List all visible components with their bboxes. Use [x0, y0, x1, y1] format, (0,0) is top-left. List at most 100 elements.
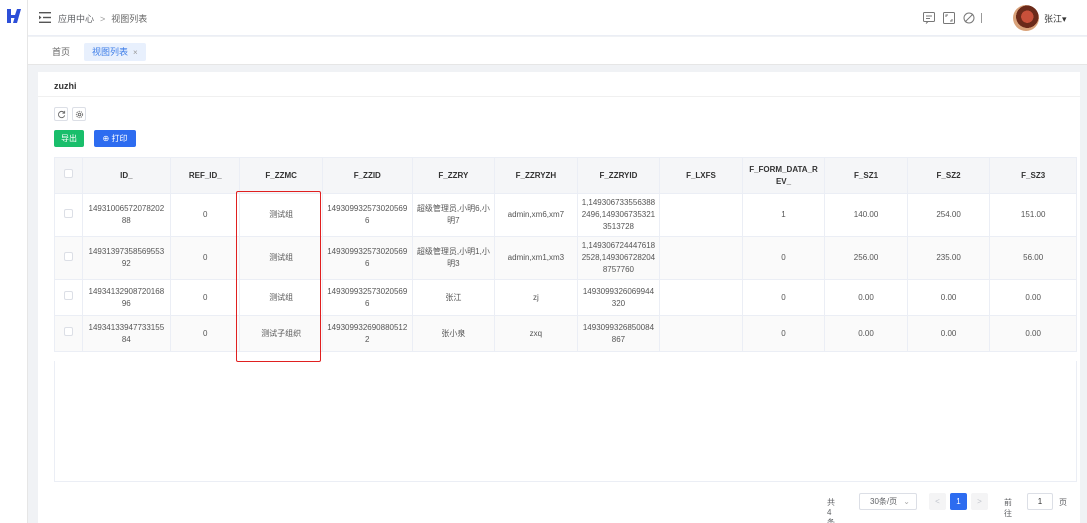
table-row[interactable]: 1493100657207820288 0 测试组 14930993257302… [54, 193, 1077, 237]
close-icon[interactable]: × [133, 48, 138, 57]
table-cell: 超级管理员,小明6,小明7 [411, 193, 496, 237]
table-cell [659, 193, 743, 237]
row-select-cell[interactable] [54, 279, 83, 316]
table-row[interactable]: 1493139735856955392 0 测试组 14930993257302… [54, 236, 1077, 280]
table-cell: 0 [741, 315, 826, 352]
table-cell: 张小泉 [411, 315, 496, 352]
table-cell: 张江 [411, 279, 496, 316]
table-cell: 1493099326069944320 [576, 279, 661, 316]
refresh-button[interactable] [54, 107, 68, 121]
user-avatar[interactable] [1013, 5, 1039, 31]
page-1-button[interactable]: 1 [950, 493, 967, 510]
prev-page-button[interactable]: < [929, 493, 946, 510]
table-cell: 1,1493067335563882496,149306735321351372… [576, 193, 661, 237]
column-header: F_LXFS [659, 157, 743, 194]
title-divider [38, 96, 1080, 97]
next-page-button[interactable]: > [971, 493, 988, 510]
header-divider [981, 13, 982, 23]
column-header: F_ZZRY [411, 157, 496, 194]
table-cell: 0.00 [989, 279, 1077, 316]
top-header: 应用中心 > 视图列表 张江▾ [28, 0, 1087, 36]
breadcrumb-root[interactable]: 应用中心 [58, 12, 94, 25]
page-title: zuzhi [54, 81, 77, 91]
message-icon[interactable] [922, 11, 936, 25]
table-cell: admin,xm1,xm3 [494, 236, 578, 280]
goto-label: 前往 [1004, 498, 1012, 518]
table-cell: 0 [741, 236, 826, 280]
goto-page-input[interactable]: 1 [1027, 493, 1053, 510]
table-cell: 1493099326850084867 [576, 315, 661, 352]
row-checkbox[interactable] [63, 208, 73, 218]
tabs-bar: 首页 视图列表 × [28, 37, 1087, 65]
table-cell [659, 315, 743, 352]
user-menu[interactable]: 张江▾ [1044, 12, 1067, 25]
tab-view-list[interactable]: 视图列表 × [84, 43, 146, 61]
select-all-cell[interactable] [54, 157, 83, 194]
table-row[interactable]: 1493413394773315584 0 测试子组织 149309932690… [54, 315, 1077, 352]
print-button[interactable]: ⊕ 打印 [94, 130, 136, 147]
chevron-down-icon: ⌄ [903, 497, 910, 506]
table-cell: 0.00 [906, 315, 991, 352]
column-header: F_ZZRYZH [494, 157, 578, 194]
user-name: 张江 [1044, 14, 1063, 24]
table-cell: 1493100657207820288 [81, 193, 172, 237]
column-header: F_ZZID [321, 157, 413, 194]
refresh-icon [57, 110, 65, 118]
settings-button[interactable] [72, 107, 86, 121]
table-cell: 测试组 [239, 193, 323, 237]
row-select-cell[interactable] [54, 193, 83, 237]
table-cell: zxq [494, 315, 578, 352]
table-cell: 256.00 [824, 236, 908, 280]
menu-fold-icon[interactable] [39, 12, 51, 23]
table-cell: 测试子组织 [239, 315, 323, 352]
select-all-checkbox[interactable] [63, 169, 73, 178]
table-cell: 0.00 [824, 279, 908, 316]
sidebar [0, 0, 28, 523]
fullscreen-icon[interactable] [942, 11, 956, 25]
table-row[interactable]: 1493413290872016896 0 测试组 14930993257302… [54, 279, 1077, 316]
table-cell [659, 279, 743, 316]
tab-home[interactable]: 首页 [44, 43, 78, 61]
table-cell: 0.00 [989, 315, 1077, 352]
table-cell: 1,1493067244476182528,149306728204875776… [576, 236, 661, 280]
table-cell: 254.00 [906, 193, 991, 237]
table-cell: 测试组 [239, 279, 323, 316]
table-cell: 1493099325730205696 [321, 193, 413, 237]
table-cell: 56.00 [989, 236, 1077, 280]
tab-view-list-label: 视图列表 [92, 47, 129, 57]
row-checkbox[interactable] [63, 291, 73, 300]
gear-icon [75, 110, 83, 118]
page-size-select[interactable]: 30条/页 ⌄ [859, 493, 917, 510]
data-table: ID_ REF_ID_ F_ZZMC F_ZZID F_ZZRY F_ZZRYZ… [54, 157, 1077, 352]
table-cell: 超级管理员,小明1,小明3 [411, 236, 496, 280]
column-header: F_FORM_DATA_REV_ [741, 157, 826, 194]
breadcrumb-current: 视图列表 [111, 14, 148, 24]
table-cell: 1493413394773315584 [81, 315, 172, 352]
table-cell: 1493099325730205696 [321, 279, 413, 316]
table-cell: 0.00 [824, 315, 908, 352]
table-empty-area [54, 361, 1077, 482]
column-header: F_SZ1 [824, 157, 908, 194]
app-logo-icon[interactable] [5, 7, 23, 25]
table-cell: 1 [741, 193, 826, 237]
clear-cache-icon[interactable] [962, 11, 976, 25]
table-cell: 0 [170, 279, 241, 316]
table-cell: 测试组 [239, 236, 323, 280]
row-checkbox[interactable] [63, 251, 73, 261]
column-header: F_ZZRYID [576, 157, 661, 194]
table-cell: 1493139735856955392 [81, 236, 172, 280]
column-header: REF_ID_ [170, 157, 241, 194]
table-cell: 151.00 [989, 193, 1077, 237]
table-cell: zj [494, 279, 578, 316]
goto-unit: 页 [1059, 498, 1067, 507]
breadcrumb-separator: > [100, 13, 106, 24]
row-select-cell[interactable] [54, 236, 83, 280]
pagination-total: 共 4 条 [827, 498, 835, 523]
table-header-row: ID_ REF_ID_ F_ZZMC F_ZZID F_ZZRY F_ZZRYZ… [54, 157, 1077, 194]
row-select-cell[interactable] [54, 315, 83, 352]
page-size-value: 30条/页 [870, 497, 898, 506]
export-button[interactable]: 导出 [54, 130, 84, 147]
row-checkbox[interactable] [63, 327, 73, 336]
table-cell: 0.00 [906, 279, 991, 316]
table-cell: 0 [170, 236, 241, 280]
